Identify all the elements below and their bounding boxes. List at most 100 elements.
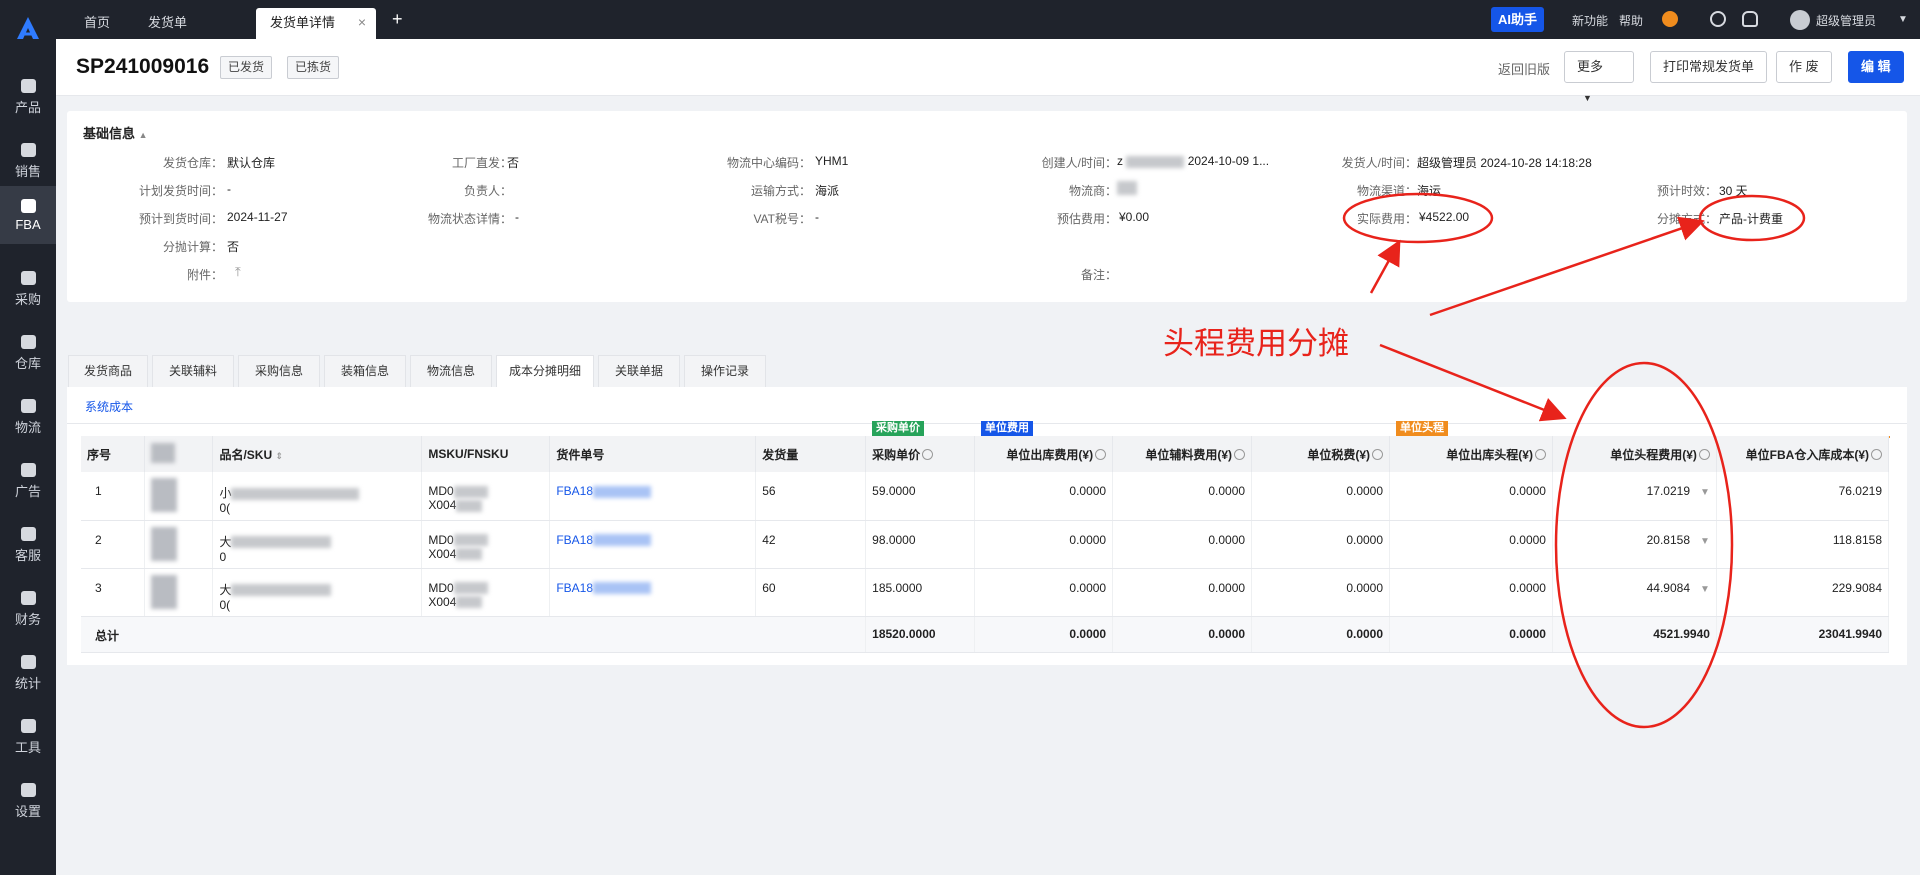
yen-icon xyxy=(20,591,36,605)
info-icon[interactable] xyxy=(922,448,934,460)
msku-fnsku: MD0 X004 xyxy=(421,568,551,617)
allocation-method-value: 产品-计费重 xyxy=(1719,212,1783,226)
row-no: 1 xyxy=(81,472,146,521)
price-value: 98.0000 xyxy=(865,520,976,569)
info-icon[interactable] xyxy=(1234,448,1246,460)
subtab-system-cost[interactable]: 系统成本 xyxy=(85,398,133,415)
nav-settings[interactable]: 设置 xyxy=(0,770,56,828)
tab-logistics-info[interactable]: 物流信息 xyxy=(410,355,492,387)
print-button[interactable]: 打印常规发货单 xyxy=(1650,51,1768,83)
nav-purchase[interactable]: 采购 xyxy=(0,258,56,316)
info-icon[interactable] xyxy=(1095,448,1107,460)
void-button[interactable]: 作 废 xyxy=(1776,51,1832,83)
more-dropdown[interactable]: 更多 ▼ xyxy=(1564,51,1634,103)
edit-button[interactable]: 编 辑 xyxy=(1848,51,1904,83)
status-badge-picked: 已拣货 xyxy=(287,56,340,79)
back-old-version-link[interactable]: 返回旧版 xyxy=(1498,59,1550,78)
warehouse-value: 默认仓库 xyxy=(227,156,276,170)
col-name-sku[interactable]: 品名/SKU ⇕ xyxy=(212,436,423,472)
field-label: 发货仓库： xyxy=(162,156,223,170)
nav-stats[interactable]: 统计 xyxy=(0,642,56,700)
product-thumbnail[interactable] xyxy=(144,472,214,521)
upload-icon[interactable]: ⤒ xyxy=(235,264,241,280)
sort-icon[interactable]: ⇕ xyxy=(275,451,283,461)
chevron-down-icon[interactable]: ▼ xyxy=(1700,536,1710,547)
field-label: 分抛计算： xyxy=(162,240,223,254)
head-fee-value[interactable]: 17.0219 ▼ xyxy=(1552,472,1717,521)
product-thumbnail[interactable] xyxy=(144,568,214,617)
nav-fba[interactable]: FBA xyxy=(0,186,56,244)
nav-warehouse[interactable]: 仓库 xyxy=(0,322,56,380)
product-name: 大0 xyxy=(212,520,423,569)
nav-service[interactable]: 客服 xyxy=(0,514,56,572)
nav-sales[interactable]: 销售 xyxy=(0,130,56,188)
box-icon xyxy=(20,199,36,213)
info-icon[interactable] xyxy=(1698,448,1710,460)
fba-cost-value: 118.8158 xyxy=(1716,520,1890,569)
basic-info-card: 基础信息 ▲ 发货仓库： 默认仓库 工厂直发： 否 物流中心编码： YHM1 创… xyxy=(67,111,1907,302)
channel-value: 海运 xyxy=(1417,184,1442,198)
table-row: 2 大0 MD0 X004 FBA18 42 98.0000 0.0000 0.0… xyxy=(81,520,1890,569)
field-label: 负责人： xyxy=(463,184,512,198)
tab-packing-info[interactable]: 装箱信息 xyxy=(324,355,406,387)
nav-logistics[interactable]: 物流 xyxy=(0,386,56,444)
bell-icon[interactable] xyxy=(1742,11,1758,27)
field-label: 物流商： xyxy=(1068,184,1117,198)
shipment-link[interactable]: FBA18 xyxy=(549,472,757,521)
nav-ads[interactable]: 广告 xyxy=(0,450,56,508)
user-menu[interactable]: 超级管理员 xyxy=(1816,12,1876,29)
shipment-link[interactable]: FBA18 xyxy=(549,520,757,569)
field-label: 发货人/时间： xyxy=(1341,156,1417,170)
close-icon[interactable]: × xyxy=(358,8,366,37)
chevron-down-icon[interactable]: ▼ xyxy=(1898,14,1908,25)
field-label: 附件： xyxy=(186,268,223,282)
redacted-text xyxy=(231,487,360,500)
head-fee-value[interactable]: 20.8158 ▼ xyxy=(1552,520,1717,569)
avatar[interactable] xyxy=(1790,10,1810,30)
chevron-down-icon[interactable]: ▼ xyxy=(1700,487,1710,498)
product-thumbnail[interactable] xyxy=(144,520,214,569)
support-icon[interactable] xyxy=(1662,11,1678,27)
tab-cost-allocation[interactable]: 成本分摊明细 xyxy=(496,355,594,387)
tab-shipments[interactable]: 发货单 xyxy=(134,8,204,39)
allocation-calc-value: 否 xyxy=(227,240,240,254)
bag-icon xyxy=(20,79,36,93)
total-head-fee: 4521.9940 xyxy=(1552,616,1717,653)
shipment-link[interactable]: FBA18 xyxy=(549,568,757,617)
ai-assistant-button[interactable]: AI助手 xyxy=(1491,7,1545,32)
tab-shipment-goods[interactable]: 发货商品 xyxy=(68,355,148,387)
estimated-fee-value: ¥0.00 xyxy=(1119,210,1150,224)
field-label: 预估费用： xyxy=(1056,212,1117,226)
col-qty: 发货量 xyxy=(755,436,867,472)
tab-purchase-info[interactable]: 采购信息 xyxy=(238,355,320,387)
tab-home[interactable]: 首页 xyxy=(70,8,130,39)
app-logo-icon[interactable] xyxy=(13,13,43,43)
tab-operation-log[interactable]: 操作记录 xyxy=(684,355,766,387)
out-fee-value: 0.0000 xyxy=(974,520,1114,569)
info-icon[interactable] xyxy=(1871,448,1882,460)
download-icon[interactable] xyxy=(1710,11,1726,27)
new-feature-link[interactable]: 新功能 xyxy=(1572,12,1608,29)
section-title[interactable]: 基础信息 ▲ xyxy=(83,123,148,142)
total-fba-cost: 23041.9940 xyxy=(1716,616,1890,653)
nav-product[interactable]: 产品 xyxy=(0,66,56,124)
cart-icon xyxy=(20,271,36,285)
info-icon[interactable] xyxy=(1372,448,1384,460)
redacted-text xyxy=(231,584,332,597)
add-tab-icon[interactable]: + xyxy=(392,9,403,30)
nav-finance[interactable]: 财务 xyxy=(0,578,56,636)
nav-tools[interactable]: 工具 xyxy=(0,706,56,764)
chevron-down-icon[interactable]: ▼ xyxy=(1700,584,1710,595)
row-no: 3 xyxy=(81,568,146,617)
info-icon[interactable] xyxy=(1534,448,1546,460)
msku-fnsku: MD0 X004 xyxy=(421,520,551,569)
help-link[interactable]: 帮助 xyxy=(1619,12,1643,29)
cost-table: 序号 品名/SKU ⇕ MSKU/FNSKU 货件单号 发货量 采购单价 单位出… xyxy=(81,436,1890,653)
head-fee-value[interactable]: 44.9084 ▼ xyxy=(1552,568,1717,617)
tab-shipment-detail[interactable]: 发货单详情 × xyxy=(256,8,376,39)
tab-related-docs[interactable]: 关联单据 xyxy=(598,355,680,387)
tab-materials[interactable]: 关联辅料 xyxy=(152,355,234,387)
product-name: 大 0( xyxy=(212,568,423,617)
out-fee-value: 0.0000 xyxy=(974,472,1114,521)
total-price: 18520.0000 xyxy=(865,616,976,653)
